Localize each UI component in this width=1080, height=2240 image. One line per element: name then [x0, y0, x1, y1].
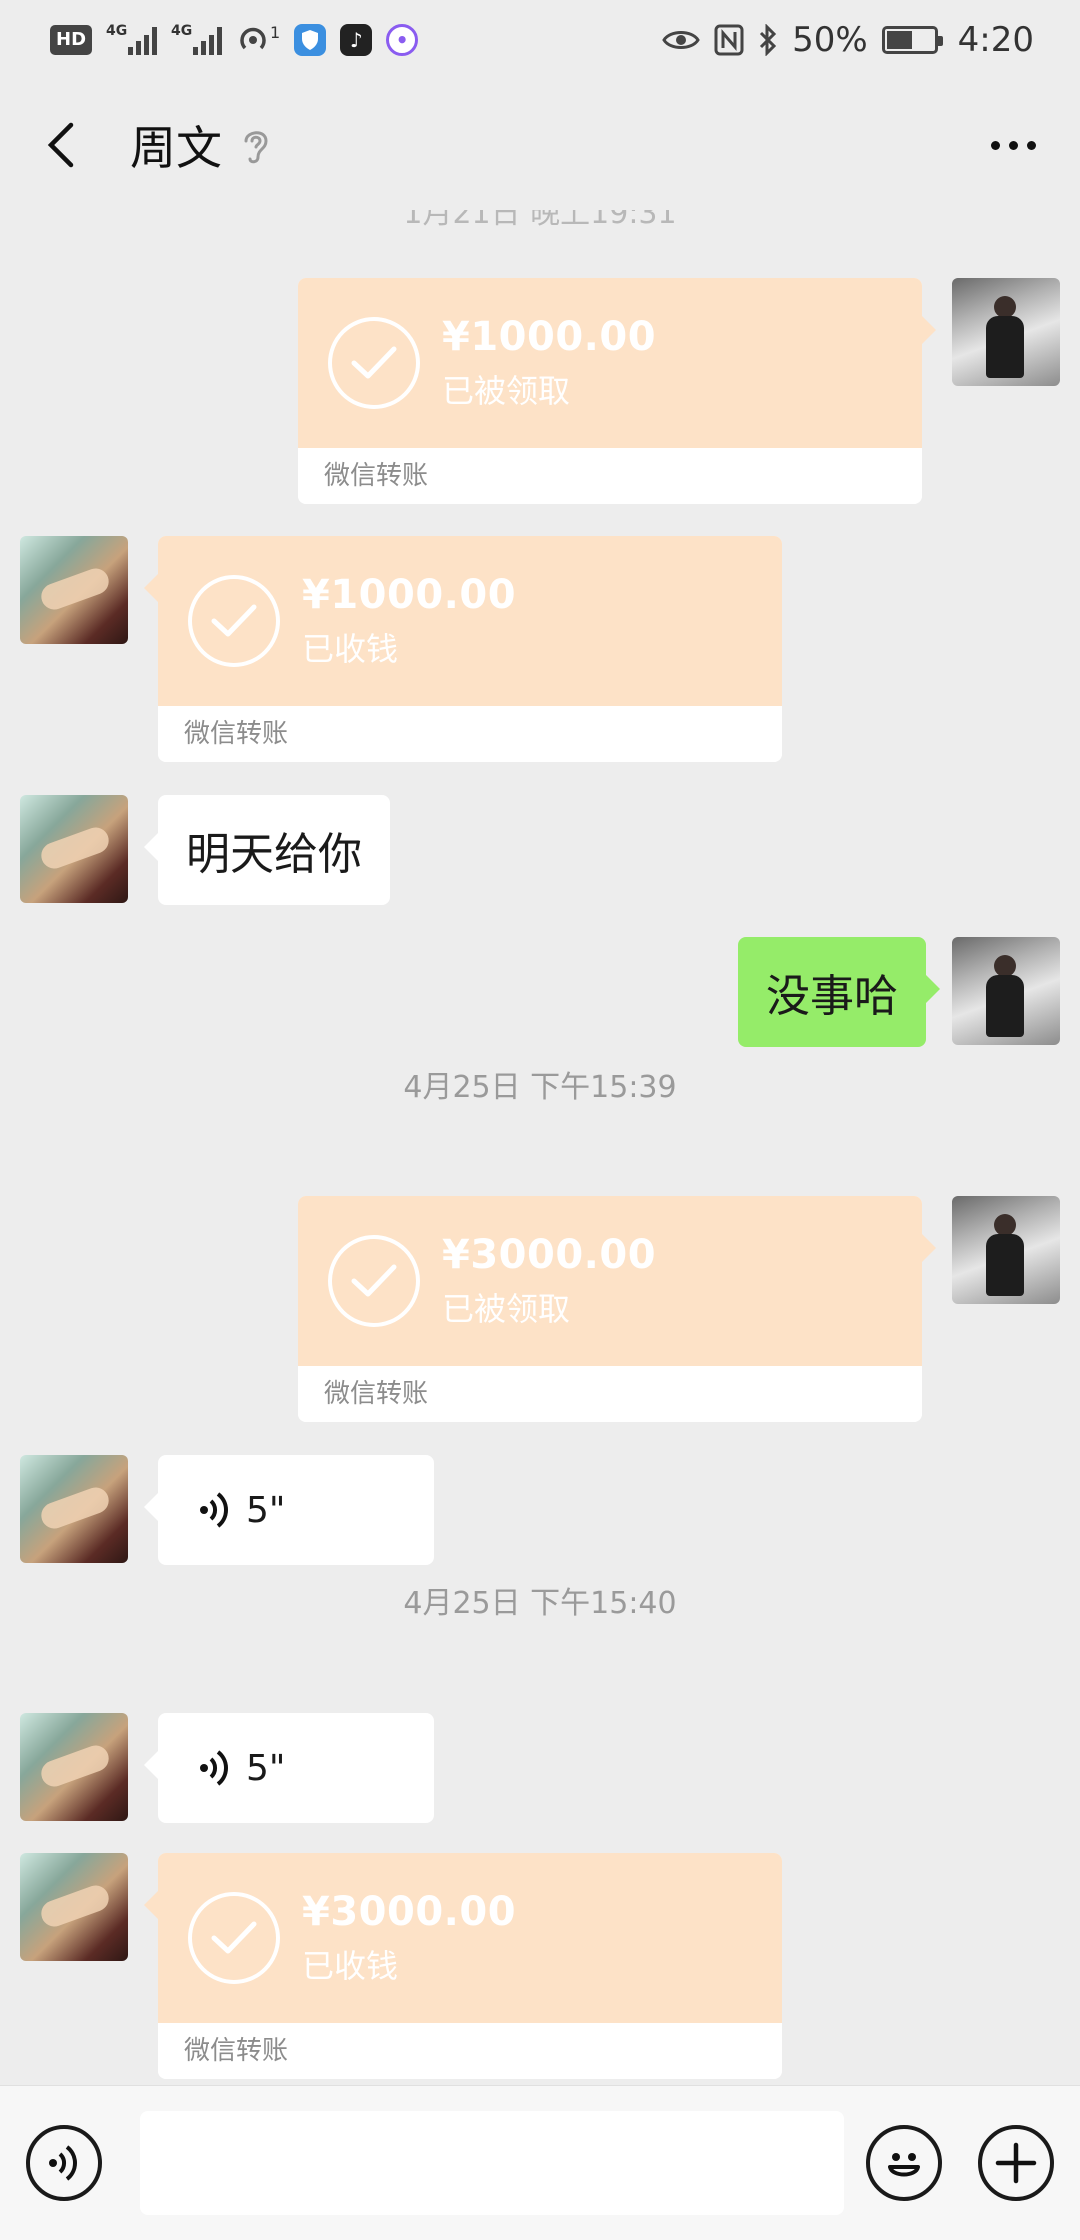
plus-icon — [995, 2142, 1037, 2184]
bluetooth-icon — [760, 24, 777, 56]
contact-name: 周文 — [130, 121, 222, 175]
transfer-status: 已收钱 — [302, 630, 399, 668]
voice-duration: 5" — [246, 1489, 286, 1531]
check-circle-icon — [328, 1235, 420, 1327]
tiktok-app-icon: ♪ — [340, 24, 373, 56]
transfer-amount: ¥3000.00 — [442, 1232, 657, 1278]
transfer-card[interactable]: ¥1000.00 已收钱 微信转账 — [144, 536, 782, 762]
ear-icon — [244, 131, 268, 164]
more-dots-icon — [991, 140, 1000, 150]
transfer-label: 微信转账 — [298, 1366, 922, 1422]
emoji-button[interactable] — [866, 2125, 942, 2201]
timestamp: 4月25日 下午15:39 — [403, 1070, 677, 1105]
plus-button[interactable] — [978, 2125, 1054, 2201]
transfer-amount: ¥1000.00 — [442, 314, 657, 360]
contact-avatar[interactable] — [20, 536, 128, 644]
message-bubble[interactable]: 没事哈 — [738, 937, 940, 1047]
transfer-label: 微信转账 — [298, 448, 922, 504]
battery-icon — [881, 26, 943, 54]
voice-mode-button[interactable] — [26, 2125, 102, 2201]
check-circle-icon — [188, 575, 280, 667]
message-input[interactable] — [140, 2111, 844, 2215]
voice-message[interactable]: 5" — [144, 1455, 434, 1565]
back-button[interactable] — [30, 115, 90, 175]
transfer-amount: ¥1000.00 — [302, 572, 517, 618]
transfer-status: 已被领取 — [442, 372, 571, 410]
transfer-card[interactable]: ¥1000.00 已被领取 微信转账 — [298, 278, 936, 504]
signal-icon: 4G — [106, 23, 158, 55]
transfer-label: 微信转账 — [158, 2023, 782, 2079]
my-avatar[interactable] — [952, 1196, 1060, 1304]
contact-avatar[interactable] — [20, 795, 128, 903]
voice-duration: 5" — [246, 1747, 286, 1789]
voice-message[interactable]: 5" — [144, 1713, 434, 1823]
chat-app-icon: • — [386, 24, 419, 56]
transfer-status: 已被领取 — [442, 1290, 571, 1328]
my-avatar[interactable] — [952, 278, 1060, 386]
nfc-icon — [714, 24, 744, 56]
contact-avatar[interactable] — [20, 1455, 128, 1563]
battery-percent: 50% — [792, 20, 868, 60]
transfer-amount: ¥3000.00 — [302, 1889, 517, 1935]
voice-mode-icon — [49, 2145, 77, 2181]
check-circle-icon — [188, 1892, 280, 1984]
transfer-card[interactable]: ¥3000.00 已收钱 微信转账 — [144, 1853, 782, 2079]
more-options-button[interactable] — [977, 131, 1050, 160]
chat-messages[interactable]: 1月21日 晚上19:31 ¥1000.00 已被领取 微信转账 ¥1000.0… — [0, 210, 1080, 2085]
status-bar: HD 4G 4G 1 ♪ • 50% 4:20 — [0, 0, 1080, 80]
chevron-left-icon — [47, 122, 74, 168]
clock: 4:20 — [957, 20, 1034, 60]
shield-app-icon — [294, 24, 327, 56]
hd-icon: HD — [50, 25, 93, 55]
contact-avatar[interactable] — [20, 1853, 128, 1961]
transfer-status: 已收钱 — [302, 1947, 399, 1985]
transfer-label: 微信转账 — [158, 706, 782, 762]
signal-icon-2: 4G — [171, 23, 223, 55]
contact-avatar[interactable] — [20, 1713, 128, 1821]
timestamp: 4月25日 下午15:40 — [403, 1586, 677, 1621]
voice-wave-icon — [200, 1492, 228, 1528]
hotspot-icon: 1 — [236, 23, 280, 57]
timestamp-partial: 1月21日 晚上19:31 — [403, 210, 677, 231]
eye-icon — [662, 31, 700, 49]
status-right: 50% 4:20 — [662, 20, 1034, 60]
voice-wave-icon — [200, 1750, 228, 1786]
emoji-icon — [888, 2153, 920, 2177]
chat-header: 周文 — [0, 80, 1080, 210]
my-avatar[interactable] — [952, 937, 1060, 1045]
transfer-card[interactable]: ¥3000.00 已被领取 微信转账 — [298, 1196, 936, 1422]
message-bubble[interactable]: 明天给你 — [144, 795, 390, 905]
status-left: HD 4G 4G 1 ♪ • — [50, 23, 419, 57]
check-circle-icon — [328, 317, 420, 409]
input-bar — [0, 2085, 1080, 2240]
